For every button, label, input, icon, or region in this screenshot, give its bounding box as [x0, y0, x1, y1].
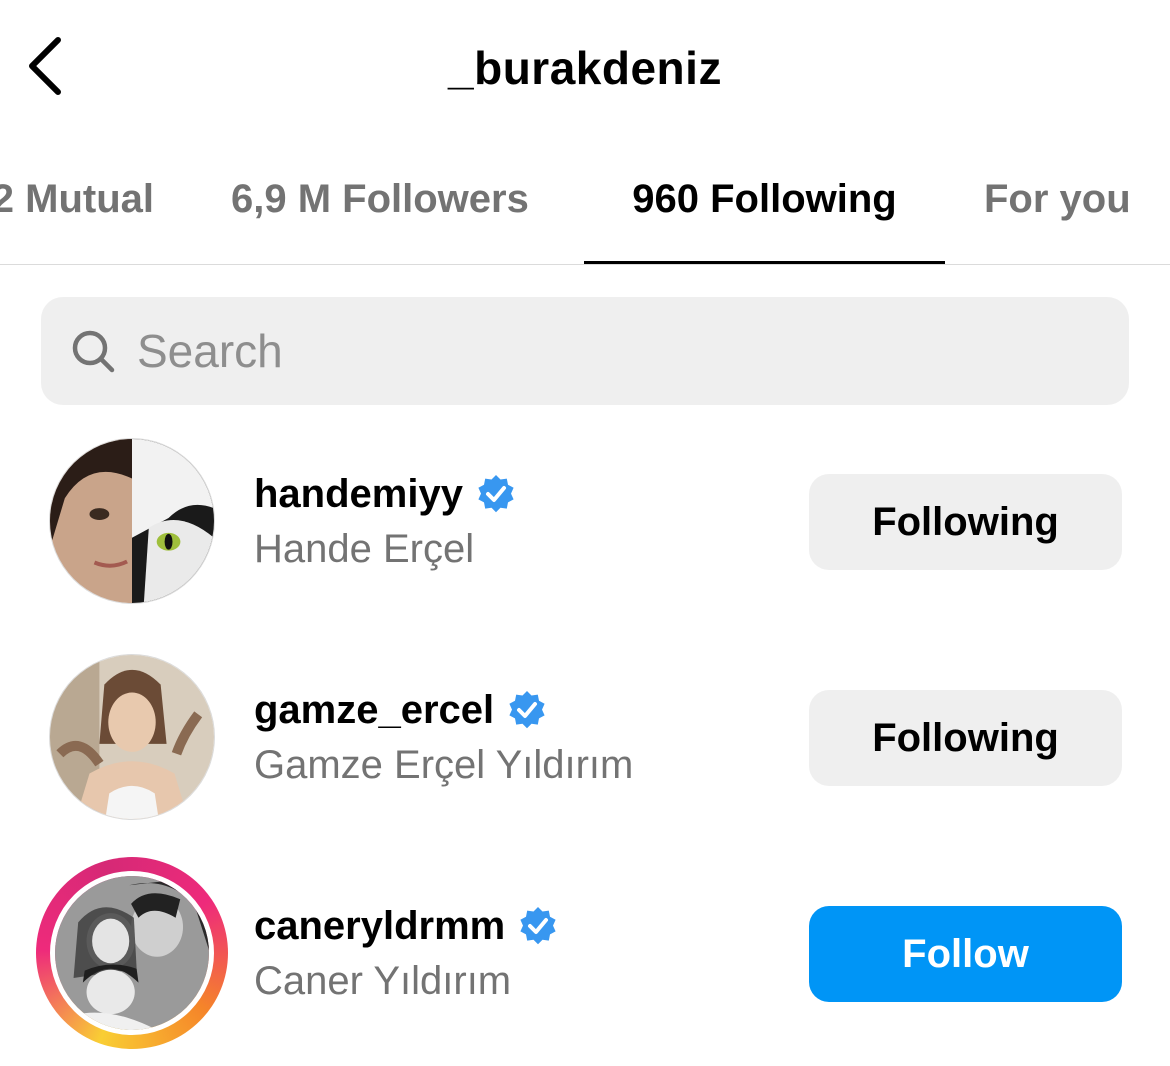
verified-badge-icon — [509, 691, 545, 729]
username-line[interactable]: handemiyy — [254, 468, 517, 520]
list-item: handemiyy Hande Erçel Following — [0, 421, 1170, 621]
tab-mutual[interactable]: 2 Mutual — [0, 140, 154, 264]
full-name: Hande Erçel — [254, 527, 475, 571]
tab-followers[interactable]: 6,9 M Followers — [231, 140, 529, 264]
avatar-image — [49, 654, 215, 820]
full-name: Caner Yıldırım — [254, 959, 512, 1003]
tab-bar: 2 Mutual 6,9 M Followers 960 Following F… — [0, 140, 1170, 265]
page-title: _burakdeniz — [448, 42, 722, 94]
avatar[interactable] — [42, 431, 222, 611]
verified-badge-icon — [478, 475, 514, 513]
following-button[interactable]: Following — [809, 690, 1122, 786]
search-icon — [72, 330, 115, 373]
list-item: gamze_ercel Gamze Erçel Yıldırım Followi… — [0, 637, 1170, 837]
avatar-image — [49, 438, 215, 604]
avatar[interactable] — [42, 647, 222, 827]
username-line[interactable]: gamze_ercel — [254, 684, 548, 736]
username: gamze_ercel — [254, 687, 495, 732]
search-input[interactable] — [137, 297, 1097, 405]
following-list-screen: _burakdeniz 2 Mutual 6,9 M Followers 960… — [0, 0, 1170, 1066]
verified-badge-icon — [520, 907, 556, 945]
full-name: Gamze Erçel Yıldırım — [254, 743, 634, 787]
active-tab-indicator — [584, 261, 945, 264]
follow-button[interactable]: Follow — [809, 906, 1122, 1002]
avatar-image — [50, 871, 214, 1035]
username-line[interactable]: caneryldrmm — [254, 900, 559, 952]
search-bar[interactable] — [41, 297, 1129, 405]
username: caneryldrmm — [254, 903, 506, 948]
tab-following[interactable]: 960 Following — [584, 140, 945, 264]
username: handemiyy — [254, 471, 463, 516]
avatar-story-ring[interactable] — [36, 857, 228, 1049]
following-button[interactable]: Following — [809, 474, 1122, 570]
tab-for-you[interactable]: For you — [984, 140, 1131, 264]
list-item: caneryldrmm Caner Yıldırım Follow — [0, 853, 1170, 1053]
header: _burakdeniz — [0, 0, 1170, 140]
